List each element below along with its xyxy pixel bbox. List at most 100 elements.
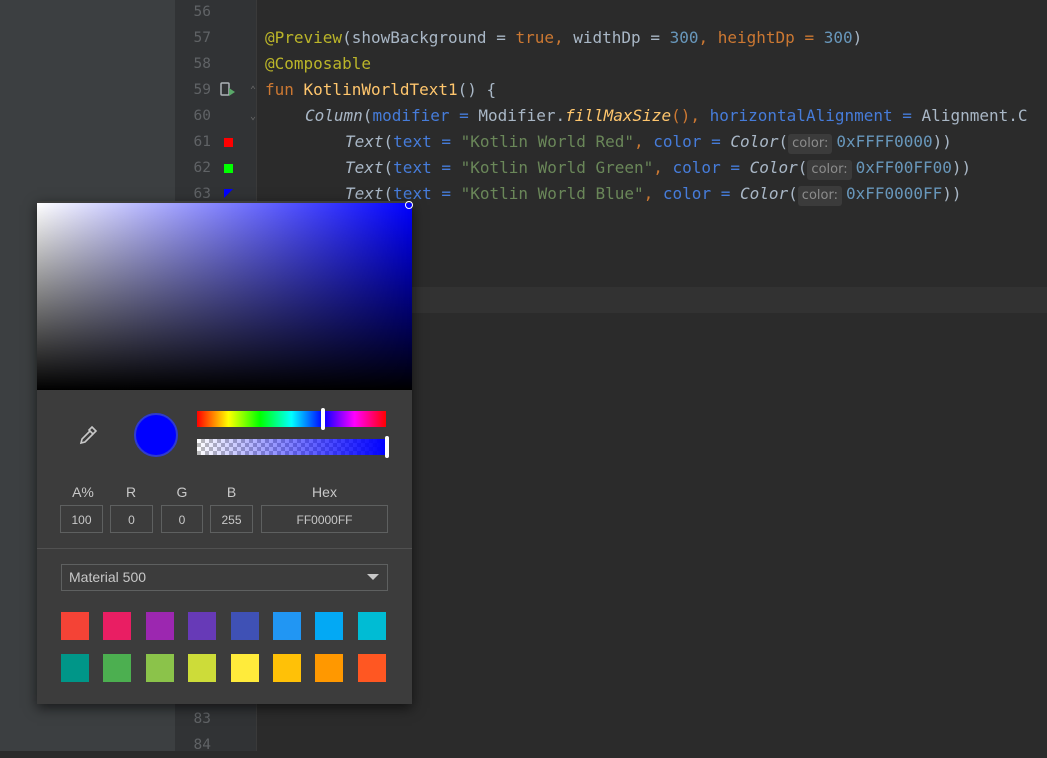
string-literal: "Kotlin World Red" xyxy=(460,132,634,151)
code-text: , xyxy=(553,28,574,47)
palette-swatch[interactable] xyxy=(230,654,259,682)
hex-field[interactable]: FF0000FF xyxy=(261,505,388,533)
param-name: text xyxy=(393,132,432,151)
code-text: Alignment.C xyxy=(921,106,1028,125)
code-text: ( xyxy=(383,158,394,177)
number: 300 xyxy=(823,28,853,47)
palette-swatch[interactable] xyxy=(145,654,174,682)
parameter-hint: color: xyxy=(797,186,842,206)
palette-swatch[interactable] xyxy=(145,612,174,640)
green-field[interactable]: 0 xyxy=(161,505,203,533)
code-text: = xyxy=(892,106,922,125)
palette-swatch[interactable] xyxy=(61,612,89,640)
code-line-57: @Preview(showBackground = true, widthDp … xyxy=(265,25,862,51)
saturation-brightness-area[interactable] xyxy=(37,203,412,390)
alpha-slider[interactable] xyxy=(197,439,386,455)
code-text: )) xyxy=(951,158,972,177)
red-label: R xyxy=(125,484,137,500)
palette-swatch[interactable] xyxy=(188,654,217,682)
code-text: (), xyxy=(671,106,710,125)
green-label: G xyxy=(176,484,188,500)
hex-label: Hex xyxy=(312,484,337,500)
code-text: , xyxy=(653,158,673,177)
line-number: 61 xyxy=(193,134,211,150)
palette-dropdown-value: Material 500 xyxy=(69,569,147,585)
code-text: ( xyxy=(788,184,798,203)
code-text: () { xyxy=(457,80,497,99)
palette-swatch[interactable] xyxy=(315,654,344,682)
function-name: fillMaxSize xyxy=(565,106,672,125)
param-name: color xyxy=(653,132,702,151)
palette-swatch[interactable] xyxy=(273,612,301,640)
string-literal: "Kotlin World Green" xyxy=(460,158,654,177)
blue-label: B xyxy=(226,484,237,500)
param-name: color xyxy=(662,184,712,203)
code-text: ( xyxy=(362,106,373,125)
number: 0xFFFF0000 xyxy=(836,132,933,151)
param-name: modifier xyxy=(372,106,450,125)
line-number: 57 xyxy=(193,30,211,46)
eyedropper-icon[interactable] xyxy=(77,424,99,446)
palette-swatch[interactable] xyxy=(315,612,344,640)
palette-dropdown[interactable]: Material 500 xyxy=(61,564,388,591)
palette-swatch[interactable] xyxy=(61,654,89,682)
code-text: , xyxy=(643,184,663,203)
code-text: Modifier. xyxy=(478,106,566,125)
palette-swatch[interactable] xyxy=(273,654,301,682)
code-text: )) xyxy=(942,184,962,203)
annotation: @Preview xyxy=(265,28,343,47)
line-number: 84 xyxy=(193,737,211,753)
palette-swatch[interactable] xyxy=(103,612,132,640)
code-text: Text xyxy=(345,158,384,177)
code-text: , heightDp = xyxy=(698,28,824,47)
color-swatch-icon[interactable] xyxy=(224,164,233,173)
code-text: Color xyxy=(739,184,789,203)
color-preview-circle xyxy=(134,413,178,457)
red-field[interactable]: 0 xyxy=(110,505,153,533)
line-number: 56 xyxy=(193,4,211,20)
palette-swatch[interactable] xyxy=(357,612,386,640)
parameter-hint: color: xyxy=(807,160,852,180)
parameter-hint: color: xyxy=(788,134,833,154)
color-swatch-icon[interactable] xyxy=(224,189,233,198)
code-text: ( xyxy=(797,158,808,177)
code-line-60: Column(modifier = Modifier.fillMaxSize()… xyxy=(305,103,1028,129)
code-text: )) xyxy=(932,132,952,151)
divider xyxy=(37,548,412,549)
fold-icon[interactable]: ⌄ xyxy=(250,112,260,122)
color-swatch-icon[interactable] xyxy=(224,138,233,147)
string-literal: "Kotlin World Blue" xyxy=(460,184,644,203)
palette-swatch[interactable] xyxy=(188,612,217,640)
keyword: fun xyxy=(265,80,304,99)
hue-slider-thumb[interactable] xyxy=(321,408,325,430)
code-text: ( xyxy=(383,132,394,151)
code-line-61: Text(text = "Kotlin World Red", color = … xyxy=(345,129,952,155)
palette-swatch[interactable] xyxy=(230,612,259,640)
hue-slider[interactable] xyxy=(197,411,386,427)
palette-swatch[interactable] xyxy=(103,654,132,682)
annotation: @Composable xyxy=(265,54,371,73)
alpha-field[interactable]: 100 xyxy=(60,505,103,533)
code-text: = xyxy=(431,184,461,203)
fold-icon[interactable]: ⌃ xyxy=(250,86,260,96)
saturation-handle[interactable] xyxy=(405,201,413,209)
run-preview-icon[interactable] xyxy=(220,82,236,98)
number: 300 xyxy=(669,28,699,47)
code-text: = xyxy=(720,158,750,177)
code-text: Column xyxy=(305,106,363,125)
code-line-59: fun KotlinWorldText1() { xyxy=(265,77,496,103)
param-name: color xyxy=(672,158,721,177)
code-text: = xyxy=(701,132,731,151)
code-text: = xyxy=(449,106,479,125)
code-text: Color xyxy=(730,132,779,151)
code-text: = xyxy=(711,184,740,203)
function-name: KotlinWorldText1 xyxy=(303,80,458,99)
param-name: horizontalAlignment xyxy=(709,106,893,125)
alpha-label: A% xyxy=(72,484,94,500)
alpha-slider-thumb[interactable] xyxy=(385,436,389,458)
palette-swatch[interactable] xyxy=(357,654,386,682)
blue-field[interactable]: 255 xyxy=(210,505,253,533)
line-number: 59 xyxy=(193,82,211,98)
chevron-down-icon xyxy=(367,574,379,580)
number: 0xFF00FF00 xyxy=(855,158,952,177)
